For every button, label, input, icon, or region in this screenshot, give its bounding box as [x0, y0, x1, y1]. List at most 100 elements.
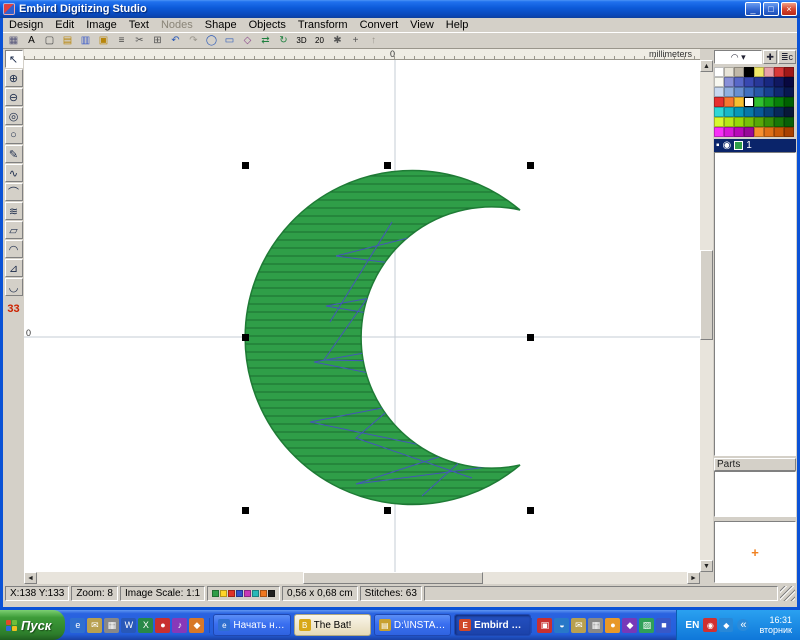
menu-objects[interactable]: Objects — [243, 18, 292, 32]
transform-button[interactable]: ◇ — [239, 33, 256, 48]
palette-swatch[interactable] — [724, 117, 734, 127]
fill-tool[interactable]: ≋ — [5, 202, 23, 220]
palette-swatch[interactable] — [744, 87, 754, 97]
palette-swatch[interactable] — [734, 107, 744, 117]
selection-handle[interactable] — [384, 162, 391, 169]
antivirus-tray-icon[interactable]: ◉ — [703, 618, 717, 632]
palette-swatch[interactable] — [714, 87, 724, 97]
open-button[interactable]: ▤ — [59, 33, 76, 48]
object-list[interactable] — [714, 152, 796, 456]
menu-help[interactable]: Help — [440, 18, 475, 32]
palette-swatch[interactable] — [774, 107, 784, 117]
pen-tool[interactable]: ∿ — [5, 164, 23, 182]
selection-handle[interactable] — [242, 507, 249, 514]
selection-handle[interactable] — [527, 162, 534, 169]
app1-icon[interactable]: ▣ — [537, 618, 552, 633]
palette-swatch[interactable] — [764, 67, 774, 77]
language-indicator[interactable]: EN — [685, 620, 699, 631]
params-button[interactable]: ✱ — [329, 33, 346, 48]
palette-swatch[interactable] — [784, 97, 794, 107]
scroll-up-arrow[interactable]: ▲ — [700, 60, 713, 72]
undo-button[interactable]: ↶ — [167, 33, 184, 48]
redo-button[interactable]: ↷ — [185, 33, 202, 48]
menu-image[interactable]: Image — [80, 18, 123, 32]
mail-icon[interactable]: ✉ — [87, 618, 102, 633]
palette-swatch[interactable] — [744, 77, 754, 87]
palette-swatch[interactable] — [744, 67, 754, 77]
palette-swatch[interactable] — [744, 97, 754, 107]
tray-chevron[interactable]: « — [737, 619, 749, 631]
ellipse-tool-tool[interactable]: ○ — [5, 126, 23, 144]
palette-swatch[interactable] — [754, 107, 764, 117]
app3-icon[interactable]: ✉ — [571, 618, 586, 633]
music-icon[interactable]: ♪ — [172, 618, 187, 633]
app4-icon[interactable]: ▦ — [588, 618, 603, 633]
rect-button[interactable]: ▭ — [221, 33, 238, 48]
palette-swatch[interactable] — [774, 67, 784, 77]
selection-handle[interactable] — [527, 334, 534, 341]
node-edit-tool[interactable]: ⊿ — [5, 259, 23, 277]
excel-icon[interactable]: X — [138, 618, 153, 633]
knife-tool[interactable]: ⌒ — [5, 183, 23, 201]
vertical-scroll-thumb[interactable] — [700, 250, 713, 340]
palette-swatch[interactable] — [774, 97, 784, 107]
tool-icon[interactable]: ◆ — [189, 618, 204, 633]
palette-swatch[interactable] — [724, 107, 734, 117]
palette-swatch[interactable] — [764, 87, 774, 97]
palette-swatch[interactable] — [754, 67, 764, 77]
copy-button[interactable]: ⊞ — [149, 33, 166, 48]
menu-shape[interactable]: Shape — [199, 18, 243, 32]
horizontal-scroll-thumb[interactable] — [303, 572, 483, 584]
palette-swatch[interactable] — [774, 87, 784, 97]
palette-swatch[interactable] — [774, 77, 784, 87]
taskbar-task[interactable]: ▤D:\INSTALL\Разное\Embird — [374, 614, 451, 636]
palette-swatch[interactable] — [724, 77, 734, 87]
palette-swatch[interactable] — [734, 117, 744, 127]
palette-swatch[interactable] — [774, 127, 784, 137]
selection-handle[interactable] — [242, 334, 249, 341]
zoom-in-tool[interactable]: ⊕ — [5, 69, 23, 87]
arc-tool[interactable]: ◠ — [5, 240, 23, 258]
import-button[interactable]: ▣ — [95, 33, 112, 48]
internet-explorer-icon[interactable]: e — [70, 618, 85, 633]
pattern-select-button[interactable]: ◠ ▾ — [714, 50, 762, 64]
palette-swatch[interactable] — [734, 97, 744, 107]
word-icon[interactable]: W — [121, 618, 136, 633]
start-button[interactable]: Пуск — [0, 610, 65, 640]
scroll-right-arrow[interactable]: ► — [687, 572, 700, 584]
new-button[interactable]: ▢ — [41, 33, 58, 48]
resize-grip[interactable] — [780, 586, 795, 601]
close-button[interactable]: × — [781, 2, 797, 16]
taskbar-task[interactable]: eНачать новую тему :: В... — [213, 614, 290, 636]
save-button[interactable]: ▥ — [77, 33, 94, 48]
palette-swatch[interactable] — [784, 127, 794, 137]
palette-swatch[interactable] — [734, 77, 744, 87]
palette-swatch[interactable] — [764, 127, 774, 137]
selection-handle[interactable] — [242, 162, 249, 169]
menu-text[interactable]: Text — [123, 18, 155, 32]
palette-swatch[interactable] — [764, 117, 774, 127]
maximize-button[interactable]: □ — [763, 2, 779, 16]
measure-tool[interactable]: ◡ — [5, 278, 23, 296]
app5-icon[interactable]: ● — [605, 618, 620, 633]
palette-swatch[interactable] — [714, 107, 724, 117]
taskbar-task[interactable]: BThe Bat! — [294, 614, 371, 636]
palette-swatch[interactable] — [764, 107, 774, 117]
select-tool[interactable]: ↖ — [5, 50, 23, 68]
cut-button[interactable]: ✂ — [131, 33, 148, 48]
zoom-area-tool[interactable]: ◎ — [5, 107, 23, 125]
palette-swatch[interactable] — [744, 107, 754, 117]
palette-swatch[interactable] — [784, 107, 794, 117]
palette-swatch[interactable] — [754, 77, 764, 87]
palette-swatch[interactable] — [774, 117, 784, 127]
palette-swatch[interactable] — [744, 117, 754, 127]
palette-swatch[interactable] — [754, 87, 764, 97]
grid-button[interactable]: ▦ — [5, 33, 22, 48]
scroll-down-arrow[interactable]: ▼ — [700, 560, 713, 572]
palette-swatch[interactable] — [764, 97, 774, 107]
media-icon[interactable]: ● — [155, 618, 170, 633]
palette-swatch[interactable] — [784, 77, 794, 87]
palette-swatch[interactable] — [724, 87, 734, 97]
menu-nodes[interactable]: Nodes — [155, 18, 199, 32]
view-3d-button[interactable]: 3D — [293, 33, 310, 48]
